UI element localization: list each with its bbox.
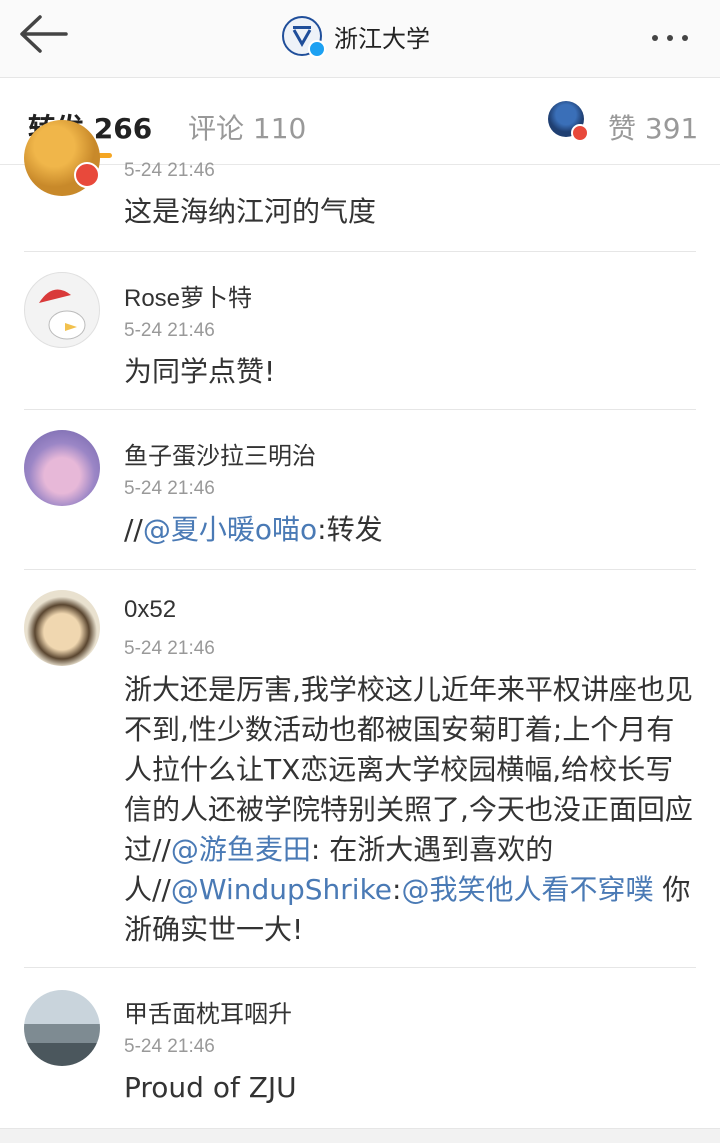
avatar[interactable] <box>24 272 100 348</box>
username[interactable]: 鱼子蛋沙拉三明治 <box>124 436 316 471</box>
list-item[interactable]: 鱼子蛋沙拉三明治 5-24 21:46 //@夏小暖o喵o:转发 <box>0 410 720 570</box>
mention-link[interactable]: @WindupShrike <box>171 873 392 906</box>
post-time: 5-24 21:46 <box>124 638 215 659</box>
post-time: 5-24 21:46 <box>124 478 215 499</box>
mention-link[interactable]: @夏小暖o喵o <box>143 513 317 546</box>
bottom-edge <box>0 1128 720 1143</box>
post-time: 5-24 21:46 <box>124 1036 215 1057</box>
username[interactable]: 甲舌面枕耳咽升 <box>124 994 292 1029</box>
repost-text: 为同学点赞! <box>124 355 276 388</box>
university-logo-icon <box>282 16 326 58</box>
repost-text: 这是海纳江河的气度 <box>124 195 377 228</box>
mention-link[interactable]: @我笑他人看不穿噗 <box>401 873 653 906</box>
tab-comment[interactable]: 评论 110 <box>188 107 306 147</box>
back-arrow-icon[interactable] <box>16 12 72 56</box>
post-time: 5-24 21:46 <box>124 320 215 341</box>
more-dots-icon[interactable] <box>652 26 702 42</box>
repost-text: Proud of ZJU <box>124 1071 297 1104</box>
list-item[interactable]: 0x52 5-24 21:46 浙大还是厉害,我学校这儿近年来平权讲座也见不到,… <box>0 570 720 968</box>
tab-bar: 转发 266 评论 110 赞 391 <box>0 79 720 165</box>
avatar[interactable] <box>24 430 100 506</box>
post-time: 5-24 21:46 <box>124 160 215 181</box>
list-item[interactable]: 甲舌面枕耳咽升 5-24 21:46 Proud of ZJU <box>0 968 720 1126</box>
list-item[interactable]: Rose萝卜特 5-24 21:46 为同学点赞! <box>0 252 720 410</box>
list-item[interactable]: 5-24 21:46 这是海纳江河的气度 <box>0 120 720 252</box>
verified-badge-icon <box>308 40 326 58</box>
page-title-group[interactable]: 浙江大学 <box>282 14 430 58</box>
top-bar: 浙江大学 <box>0 0 720 78</box>
mention-link[interactable]: @游鱼麦田 <box>171 833 311 866</box>
page-title: 浙江大学 <box>334 24 430 53</box>
vip-badge-icon <box>74 162 100 188</box>
username[interactable]: Rose萝卜特 <box>124 278 252 313</box>
username[interactable]: 0x52 <box>124 596 176 624</box>
avatar[interactable] <box>24 590 100 666</box>
avatar[interactable] <box>24 990 100 1066</box>
vip-badge-icon <box>571 124 589 142</box>
tab-like[interactable]: 赞 391 <box>608 107 698 147</box>
repost-text: //@夏小暖o喵o:转发 <box>124 510 700 550</box>
text-segment: // <box>124 513 143 546</box>
text-segment: :转发 <box>317 513 383 546</box>
repost-text: 浙大还是厉害,我学校这儿近年来平权讲座也见不到,性少数活动也都被国安菊盯着;上个… <box>124 670 700 950</box>
